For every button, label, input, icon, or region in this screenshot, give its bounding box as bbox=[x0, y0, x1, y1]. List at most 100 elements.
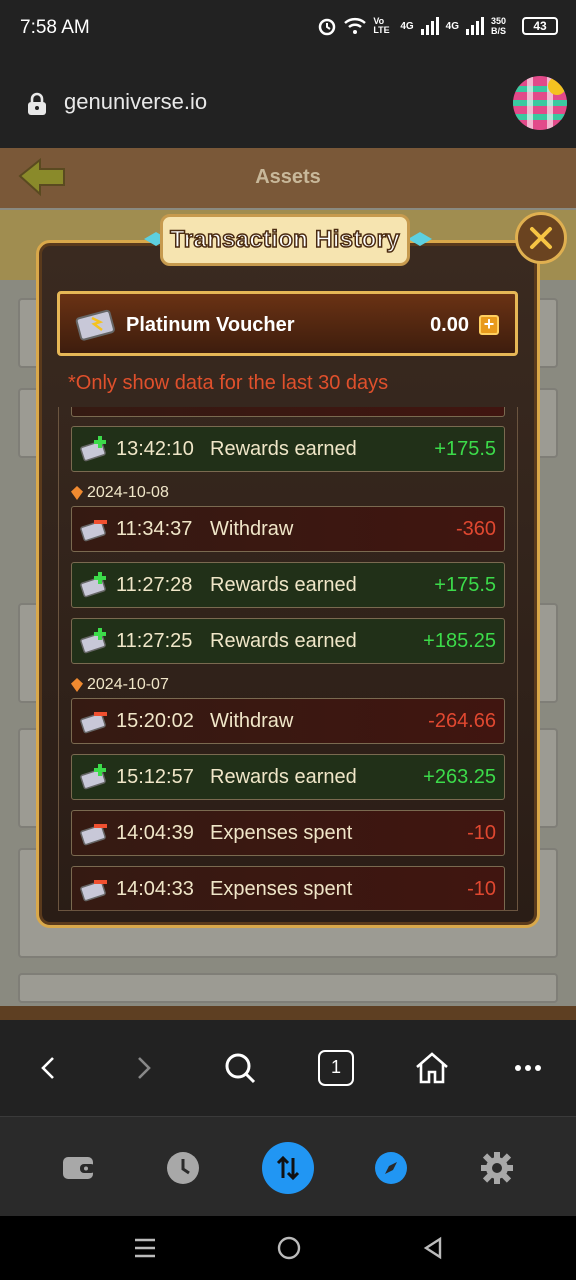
transaction-amount: +263.25 bbox=[423, 765, 496, 788]
explore-button[interactable] bbox=[366, 1143, 416, 1193]
more-button[interactable] bbox=[504, 1020, 552, 1116]
settings-button[interactable] bbox=[472, 1143, 522, 1193]
transaction-amount: -10 bbox=[467, 821, 496, 844]
page-title: Assets bbox=[255, 166, 321, 188]
more-icon bbox=[515, 1065, 541, 1071]
background-card bbox=[18, 973, 558, 1003]
volte-label: Vo LTE bbox=[373, 16, 390, 35]
lock-icon bbox=[28, 92, 46, 115]
back-icon bbox=[41, 1057, 54, 1079]
network-4g-label: 4G bbox=[400, 20, 414, 32]
transaction-row[interactable]: 13:42:10 Rewards earned +175.5 bbox=[71, 426, 505, 472]
transaction-amount: +175.5 bbox=[434, 573, 496, 596]
voucher-minus-icon bbox=[72, 698, 116, 744]
voucher-minus-icon bbox=[72, 810, 116, 856]
home-button[interactable] bbox=[408, 1020, 456, 1116]
transaction-time: 11:27:28 bbox=[116, 573, 193, 596]
search-button[interactable] bbox=[216, 1020, 264, 1116]
modal-title: Transaction History bbox=[169, 225, 400, 254]
home-icon bbox=[416, 1052, 448, 1084]
transaction-row[interactable]: 11:34:37 Withdraw -360 bbox=[71, 506, 505, 552]
back-triangle-icon bbox=[423, 1236, 442, 1260]
transaction-desc: Rewards earned bbox=[210, 765, 357, 788]
history-note: *Only show data for the last 30 days bbox=[68, 372, 389, 394]
system-home-button[interactable] bbox=[274, 1232, 304, 1264]
swap-button[interactable] bbox=[262, 1142, 314, 1194]
transaction-amount: -10 bbox=[467, 877, 496, 900]
voucher-plus-icon bbox=[72, 754, 116, 800]
transaction-row[interactable]: 14:04:39 Expenses spent -10 bbox=[71, 810, 505, 856]
recents-button[interactable] bbox=[130, 1232, 160, 1264]
tabs-button[interactable]: 1 bbox=[312, 1020, 360, 1116]
close-button[interactable] bbox=[515, 212, 567, 264]
transaction-row[interactable]: 11:27:28 Rewards earned +175.5 bbox=[71, 562, 505, 608]
transaction-desc: Rewards earned bbox=[210, 573, 357, 596]
voucher-header: Platinum Voucher 0.00 + bbox=[57, 291, 518, 356]
status-time: 7:58 AM bbox=[20, 17, 90, 38]
gem-icon bbox=[71, 678, 83, 692]
voucher-name: Platinum Voucher bbox=[126, 314, 295, 336]
transaction-row[interactable]: 15:20:02 Withdraw -264.66 bbox=[71, 698, 505, 744]
close-icon bbox=[530, 227, 552, 249]
voucher-amount: 0.00 bbox=[430, 314, 469, 336]
transaction-time: 11:27:25 bbox=[116, 629, 193, 652]
transaction-desc: Expenses spent bbox=[210, 877, 353, 900]
explore-icon bbox=[375, 1152, 407, 1184]
voucher-plus-icon bbox=[72, 426, 116, 472]
history-button[interactable] bbox=[158, 1143, 208, 1193]
transaction-desc: Expenses spent bbox=[210, 821, 353, 844]
transaction-list[interactable]: 13:42:10 Rewards earned +175.5 2024-10-08 11… bbox=[58, 407, 518, 911]
transaction-time: 15:20:02 bbox=[116, 709, 194, 732]
signal-icon-2 bbox=[466, 17, 484, 35]
url-text[interactable]: genuniverse.io bbox=[64, 89, 207, 115]
wifi-icon bbox=[344, 18, 367, 34]
battery-icon: 43 bbox=[522, 17, 558, 35]
tabs-icon: 1 bbox=[318, 1050, 354, 1086]
wallet-button[interactable] bbox=[54, 1143, 104, 1193]
transaction-amount: -360 bbox=[455, 517, 496, 540]
forward-icon bbox=[138, 1057, 151, 1079]
history-icon bbox=[167, 1152, 199, 1184]
system-nav-bar bbox=[0, 1216, 576, 1280]
transaction-desc: Rewards earned bbox=[210, 629, 357, 652]
forward-button[interactable] bbox=[120, 1020, 168, 1116]
transaction-row[interactable]: 14:04:33 Expenses spent -10 bbox=[71, 866, 505, 910]
transaction-row[interactable]: 11:27:25 Rewards earned +185.25 bbox=[71, 618, 505, 664]
transaction-time: 15:12:57 bbox=[116, 765, 194, 788]
settings-icon bbox=[481, 1152, 513, 1184]
transaction-time: 14:04:39 bbox=[116, 821, 194, 844]
voucher-plus-icon bbox=[72, 562, 116, 608]
status-icons: Vo LTE 4G 4G 350 B/S 43 bbox=[317, 16, 558, 36]
avatar[interactable] bbox=[513, 76, 567, 130]
voucher-plus-icon bbox=[72, 618, 116, 664]
search-icon bbox=[225, 1053, 256, 1084]
date-header: 2024-10-07 bbox=[71, 676, 169, 694]
avatar-pattern-icon bbox=[513, 76, 567, 130]
transaction-row[interactable]: 15:12:57 Rewards earned +263.25 bbox=[71, 754, 505, 800]
add-voucher-button[interactable]: + bbox=[479, 315, 499, 335]
voucher-minus-icon bbox=[72, 866, 116, 910]
transaction-time: 14:04:33 bbox=[116, 877, 194, 900]
voucher-icon bbox=[75, 309, 115, 341]
swap-icon bbox=[276, 1155, 300, 1181]
wallet-icon bbox=[63, 1157, 95, 1179]
transaction-desc: Withdraw bbox=[210, 709, 294, 732]
url-bar[interactable]: genuniverse.io bbox=[0, 58, 576, 148]
app-bar bbox=[0, 1116, 576, 1216]
browser-nav-bar: 1 bbox=[0, 1020, 576, 1116]
system-back-button[interactable] bbox=[418, 1232, 448, 1264]
transaction-time: 11:34:37 bbox=[116, 517, 193, 540]
transaction-amount: -264.66 bbox=[428, 709, 496, 732]
signal-icon bbox=[420, 17, 439, 35]
data-speed: 350 B/S bbox=[491, 16, 507, 36]
game-footer bbox=[0, 1006, 576, 1020]
voucher-minus-icon bbox=[72, 506, 116, 552]
alarm-icon bbox=[319, 18, 336, 36]
home-circle-icon bbox=[277, 1236, 301, 1260]
recents-icon bbox=[135, 1238, 155, 1258]
back-button[interactable] bbox=[24, 1020, 72, 1116]
modal-title-banner: Transaction History bbox=[160, 214, 410, 266]
transaction-amount: +185.25 bbox=[423, 629, 496, 652]
network-4g-label-2: 4G bbox=[445, 20, 459, 32]
transaction-time: 13:42:10 bbox=[116, 437, 194, 460]
